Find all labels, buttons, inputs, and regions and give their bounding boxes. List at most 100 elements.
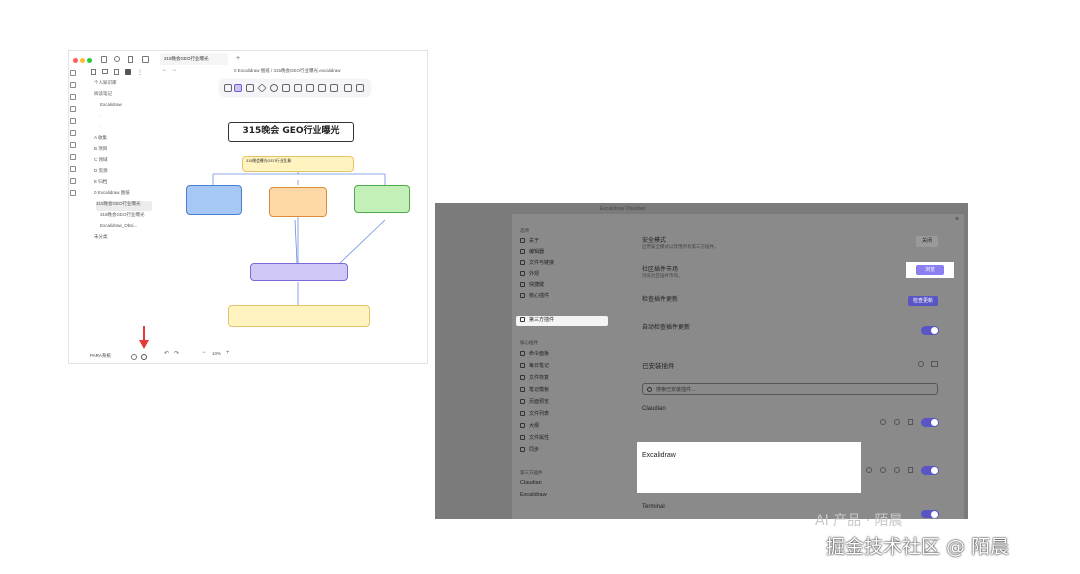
tree-item[interactable]: Excalidraw_Obsi... [100, 223, 156, 233]
plugin-delete-icon[interactable] [908, 419, 913, 425]
settings-nav-hotkeys[interactable]: 快捷键 [520, 281, 608, 291]
ribbon-sync-icon[interactable] [70, 166, 76, 172]
diagram-node-center[interactable] [269, 187, 327, 217]
auto-update-toggle[interactable] [921, 326, 939, 335]
arrow-tool[interactable] [282, 84, 290, 92]
settings-nav-item[interactable]: 文件列表 [520, 410, 608, 420]
settings-nav-community-plugins[interactable]: 第三方插件 [516, 316, 608, 326]
minimize-window-button[interactable] [80, 58, 85, 63]
settings-nav-item[interactable]: 页面预览 [520, 398, 608, 408]
plugin-toggle-claudian[interactable] [921, 418, 939, 427]
rectangle-tool[interactable] [246, 84, 254, 92]
settings-nav-item[interactable]: 笔记模板 [520, 386, 608, 396]
settings-nav-item[interactable]: 大纲 [520, 422, 608, 432]
safe-mode-button[interactable]: 关闭 [916, 236, 938, 247]
tab-diagram[interactable]: 315晚会GEO行业曝光 [160, 53, 228, 65]
ribbon-excalidraw-icon[interactable] [70, 142, 76, 148]
new-note-icon[interactable] [91, 69, 96, 75]
ellipse-tool[interactable] [270, 84, 278, 92]
ribbon-terminal-icon[interactable] [70, 178, 76, 184]
settings-nav-plugin-excalidraw[interactable]: Excalidraw [520, 492, 608, 502]
undo-icon[interactable]: ↶ [164, 350, 169, 357]
close-window-button[interactable] [73, 58, 78, 63]
plugin-settings-icon[interactable] [866, 467, 872, 473]
more-icon[interactable]: ⋮ [137, 69, 143, 76]
diagram-title[interactable]: 315晚会 GEO行业曝光 [228, 122, 354, 142]
tree-item[interactable]: D 资源 [94, 168, 174, 178]
settings-nav-about[interactable]: 关于 [520, 237, 608, 247]
close-modal-icon[interactable]: × [955, 216, 959, 223]
help-icon[interactable] [131, 354, 137, 360]
reload-icon[interactable] [918, 361, 924, 367]
nav-back-icon[interactable]: ← [162, 67, 168, 73]
ribbon-daily-note-icon[interactable] [70, 106, 76, 112]
plugin-delete-icon[interactable] [908, 467, 913, 473]
more-tools[interactable] [356, 84, 364, 92]
vault-switcher[interactable]: PARA系统 [90, 353, 130, 361]
settings-nav-editor[interactable]: 编辑器 [520, 248, 608, 258]
eraser-tool[interactable] [344, 84, 352, 92]
new-tab-icon[interactable]: + [236, 55, 240, 62]
sidebar-toggle-icon[interactable] [142, 56, 149, 63]
pencil-tool[interactable] [306, 84, 314, 92]
tree-item[interactable]: 0 Excalidraw 图纸 [94, 190, 174, 200]
plugin-search-input[interactable]: 搜索已安装插件... [642, 383, 938, 395]
folder-open-icon[interactable] [931, 361, 938, 367]
plugin-hotkey-icon[interactable] [880, 467, 886, 473]
diagram-node-left[interactable] [186, 185, 242, 215]
redo-icon[interactable]: ↷ [174, 350, 179, 357]
settings-nav-item[interactable]: 文件恢复 [520, 374, 608, 384]
tree-item[interactable]: 315晚会GEO行业曝光 [100, 212, 156, 222]
image-tool[interactable] [330, 84, 338, 92]
check-updates-button[interactable]: 检查更新 [908, 296, 938, 306]
diagram-node-mid[interactable] [250, 263, 348, 281]
plugin-heart-icon[interactable] [894, 467, 900, 473]
tree-item[interactable]: · [100, 113, 180, 123]
ribbon-publish-icon[interactable] [70, 154, 76, 160]
plugin-toggle-terminal[interactable] [921, 510, 939, 518]
settings-nav-item[interactable]: 命令面板 [520, 350, 608, 360]
ribbon-open-switcher-icon[interactable] [70, 70, 76, 76]
settings-nav-appearance[interactable]: 外观 [520, 270, 608, 280]
tree-item[interactable]: E 归档 [94, 179, 174, 189]
tree-item-active[interactable]: 315晚会GEO行业曝光 [96, 201, 152, 211]
zoom-in-icon[interactable]: + [226, 350, 230, 356]
ribbon-bookmark-icon[interactable] [70, 190, 76, 196]
ribbon-template-icon[interactable] [70, 118, 76, 124]
tree-item[interactable]: C 领域 [94, 157, 174, 167]
diagram-node-right[interactable] [354, 185, 410, 213]
plugin-toggle-excalidraw[interactable] [921, 466, 939, 475]
collapse-icon[interactable] [125, 69, 131, 75]
zoom-level[interactable]: 10% [212, 351, 221, 356]
zoom-window-button[interactable] [87, 58, 92, 63]
line-tool[interactable] [294, 84, 302, 92]
tree-item[interactable]: B 项目 [94, 146, 174, 156]
tree-item[interactable]: 个人知识库 [94, 80, 174, 90]
tree-item[interactable]: · [100, 124, 180, 134]
nav-forward-icon[interactable]: → [171, 67, 177, 73]
settings-nav-item[interactable]: 同步 [520, 446, 608, 456]
settings-nav-files[interactable]: 文件与链接 [520, 259, 608, 269]
bookmark-icon[interactable] [128, 56, 133, 63]
settings-nav-plugin-claudian[interactable]: Claudian [520, 480, 608, 490]
browse-button-inner[interactable]: 浏览 [916, 265, 944, 275]
settings-gear-icon[interactable] [141, 354, 147, 360]
tree-item[interactable]: 阅读笔记 [94, 91, 174, 101]
diagram-node-top[interactable]: 315晚会曝光GEO行业乱象 [242, 156, 354, 172]
settings-nav-core-plugins[interactable]: 核心插件 [520, 292, 608, 302]
lock-tool[interactable] [224, 84, 232, 92]
files-icon[interactable] [101, 56, 107, 63]
tree-item[interactable]: 未分类 [94, 234, 174, 244]
text-tool[interactable] [318, 84, 326, 92]
search-icon[interactable] [114, 56, 120, 62]
sort-icon[interactable] [114, 69, 119, 75]
settings-nav-item[interactable]: 文件属性 [520, 434, 608, 444]
ribbon-canvas-icon[interactable] [70, 94, 76, 100]
new-folder-icon[interactable] [102, 69, 108, 74]
plugin-hotkey-icon[interactable] [894, 419, 900, 425]
tree-item[interactable]: A 收集 [94, 135, 174, 145]
ribbon-graph-icon[interactable] [70, 82, 76, 88]
zoom-out-icon[interactable]: − [202, 350, 206, 356]
ribbon-command-icon[interactable] [70, 130, 76, 136]
plugin-settings-icon[interactable] [880, 419, 886, 425]
